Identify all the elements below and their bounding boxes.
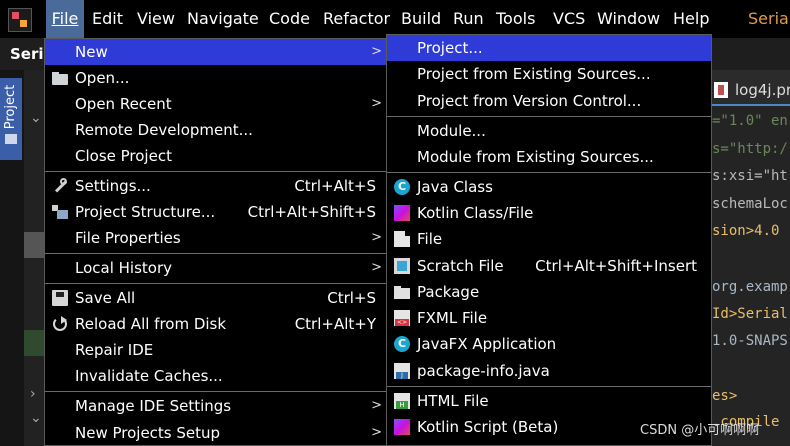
- menu-help[interactable]: Help: [673, 0, 709, 38]
- menu-item-open[interactable]: Open...: [45, 65, 386, 91]
- menu-code[interactable]: Code: [269, 0, 310, 38]
- menu-item-repair-ide[interactable]: Repair IDE: [45, 337, 386, 363]
- project-tool-tab-label: Project: [3, 84, 18, 130]
- file-icon: [394, 231, 410, 247]
- chevron-right-icon: >: [371, 44, 382, 59]
- menu-item-module[interactable]: Module...: [387, 118, 711, 144]
- menu-edit[interactable]: Edit: [92, 0, 123, 38]
- tree-row[interactable]: [24, 232, 46, 258]
- code-line: 1.0-SNAPS: [712, 333, 788, 349]
- menu-vcs[interactable]: VCS: [553, 0, 585, 38]
- menu-separator: [45, 253, 386, 254]
- html-file-icon: [394, 393, 410, 409]
- menu-navigate[interactable]: Navigate: [187, 0, 259, 38]
- code-line: org.examp: [712, 279, 788, 295]
- java-file-icon: [394, 363, 410, 379]
- menu-bar: File Edit View Navigate Code Refactor Bu…: [0, 0, 790, 38]
- scratch-file-icon: [394, 258, 410, 274]
- properties-file-icon: [714, 82, 728, 98]
- chevron-down-icon[interactable]: ⌄: [30, 410, 42, 426]
- menu-item-fxml-file[interactable]: FXML File: [387, 305, 711, 331]
- file-menu-dropdown: New > Open... Open Recent > Remote Develop…: [44, 38, 387, 446]
- menu-item-new-projects-setup[interactable]: New Projects Setup >: [45, 420, 386, 446]
- menu-item-close-project[interactable]: Close Project: [45, 143, 386, 169]
- chevron-right-icon[interactable]: ›: [30, 386, 36, 402]
- menu-item-local-history[interactable]: Local History >: [45, 255, 386, 281]
- menu-view[interactable]: View: [137, 0, 175, 38]
- java-class-icon: C: [394, 179, 410, 195]
- menu-item-project-from-existing-sources[interactable]: Project from Existing Sources...: [387, 61, 711, 87]
- chevron-right-icon: >: [371, 230, 382, 245]
- project-structure-icon: [52, 204, 68, 220]
- package-icon: [394, 284, 410, 300]
- wrench-icon: [52, 178, 68, 194]
- folder-icon: [5, 134, 17, 144]
- menu-item-project-structure[interactable]: Project Structure... Ctrl+Alt+Shift+S: [45, 199, 386, 225]
- save-icon: [52, 290, 68, 306]
- menu-item-java-class[interactable]: C Java Class: [387, 174, 711, 200]
- menu-item-manage-ide-settings[interactable]: Manage IDE Settings >: [45, 393, 386, 419]
- menu-item-open-recent[interactable]: Open Recent >: [45, 91, 386, 117]
- menu-item-settings[interactable]: Settings... Ctrl+Alt+S: [45, 173, 386, 199]
- menu-item-remote-development[interactable]: Remote Development...: [45, 117, 386, 143]
- menu-item-new[interactable]: New >: [45, 39, 386, 65]
- chevron-right-icon: >: [371, 398, 382, 413]
- editor-tab-label: log4j.pr: [735, 81, 790, 99]
- intellij-logo-icon: [8, 8, 32, 32]
- menu-item-project[interactable]: Project...: [387, 35, 711, 61]
- menu-separator: [387, 172, 711, 173]
- menu-refactor[interactable]: Refactor: [323, 0, 390, 38]
- code-line: Id>Serial: [712, 306, 788, 322]
- code-line: ="1.0" en: [712, 113, 788, 129]
- tree-row[interactable]: [24, 330, 46, 356]
- menu-item-package[interactable]: Package: [387, 279, 711, 305]
- menu-item-html-file[interactable]: HTML File: [387, 388, 711, 414]
- code-line: es>: [712, 388, 738, 404]
- menu-separator: [387, 116, 711, 117]
- window-title: Seriali: [748, 9, 790, 28]
- chevron-right-icon: >: [371, 260, 382, 275]
- code-line: s="http:/: [712, 141, 788, 157]
- menu-item-file[interactable]: File: [387, 226, 711, 252]
- menu-item-scratch-file[interactable]: Scratch File Ctrl+Alt+Shift+Insert: [387, 253, 711, 279]
- kotlin-script-icon: [394, 419, 410, 435]
- menu-separator: [45, 283, 386, 284]
- menu-item-reload-all[interactable]: Reload All from Disk Ctrl+Alt+Y: [45, 311, 386, 337]
- new-submenu: Project... Project from Existing Sources…: [386, 34, 712, 446]
- menu-item-kotlin-class[interactable]: Kotlin Class/File: [387, 200, 711, 226]
- chevron-right-icon: >: [371, 425, 382, 440]
- menu-item-javafx-application[interactable]: C JavaFX Application: [387, 331, 711, 357]
- javafx-class-icon: C: [394, 336, 410, 352]
- code-line: sion>4.0: [712, 223, 780, 239]
- watermark: CSDN @小可啊啊啊: [640, 423, 760, 438]
- chevron-right-icon: >: [371, 96, 382, 111]
- menu-item-file-properties[interactable]: File Properties >: [45, 225, 386, 251]
- menu-item-module-from-existing-sources[interactable]: Module from Existing Sources...: [387, 144, 711, 170]
- menu-item-project-from-vcs[interactable]: Project from Version Control...: [387, 88, 711, 114]
- menu-item-invalidate-caches[interactable]: Invalidate Caches...: [45, 363, 386, 389]
- menu-item-package-info[interactable]: package-info.java: [387, 358, 711, 384]
- menu-window[interactable]: Window: [597, 0, 660, 38]
- kotlin-icon: [394, 205, 410, 221]
- menu-tools[interactable]: Tools: [496, 0, 535, 38]
- menu-separator: [45, 391, 386, 392]
- reload-icon: [52, 316, 68, 332]
- chevron-down-icon[interactable]: ⌄: [30, 110, 42, 126]
- menu-separator: [387, 386, 711, 387]
- menu-build[interactable]: Build: [401, 0, 441, 38]
- code-line: schemaLoc: [712, 196, 788, 212]
- menu-separator: [45, 171, 386, 172]
- menu-item-save-all[interactable]: Save All Ctrl+S: [45, 285, 386, 311]
- folder-open-icon: [52, 70, 68, 86]
- fxml-file-icon: [394, 310, 410, 326]
- menu-run[interactable]: Run: [453, 0, 484, 38]
- menu-file[interactable]: File: [46, 0, 84, 38]
- code-line: s:xsi="ht: [712, 168, 788, 184]
